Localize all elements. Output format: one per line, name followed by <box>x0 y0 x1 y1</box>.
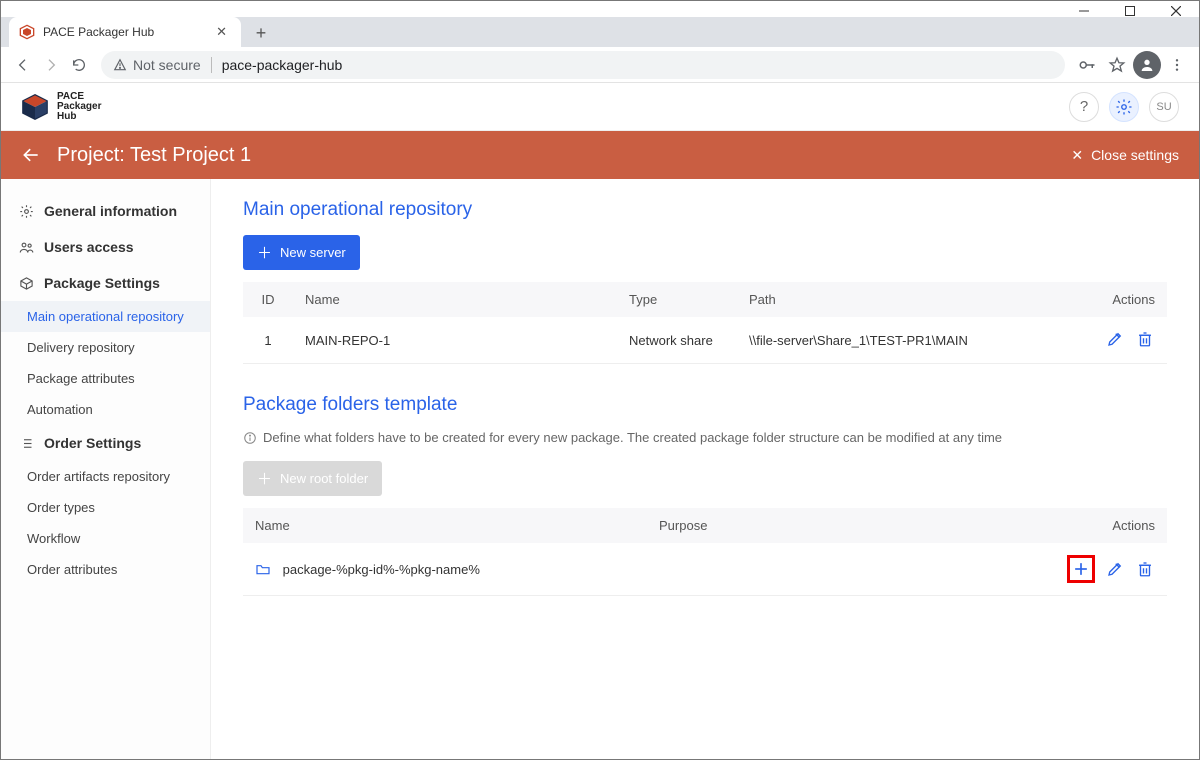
template-table: Name Purpose Actions package-%pkg-id%-%p… <box>243 508 1167 596</box>
new-server-button[interactable]: ＋ New server <box>243 235 360 270</box>
close-settings-label: Close settings <box>1091 147 1179 163</box>
project-title: Project: Test Project 1 <box>57 144 251 167</box>
package-icon <box>19 276 34 291</box>
addr-divider <box>211 57 212 73</box>
browser-tab-active[interactable]: PACE Packager Hub ✕ <box>9 17 241 47</box>
delete-button[interactable] <box>1135 559 1155 579</box>
settings-sidebar: General information Users access Package… <box>1 179 211 759</box>
sidebar-item-package-attributes[interactable]: Package attributes <box>1 363 210 394</box>
sidebar-item-automation[interactable]: Automation <box>1 394 210 425</box>
add-subfolder-highlight <box>1067 555 1095 583</box>
window-minimize-button[interactable] <box>1061 3 1107 19</box>
template-section-title: Package folders template <box>243 394 1167 416</box>
sidebar-item-order-artifacts[interactable]: Order artifacts repository <box>1 461 210 492</box>
add-subfolder-button[interactable] <box>1071 559 1091 579</box>
template-row-purpose <box>647 543 1047 596</box>
project-bar: Project: Test Project 1 ✕ Close settings <box>1 131 1199 179</box>
help-button[interactable]: ? <box>1069 92 1099 122</box>
window-close-button[interactable] <box>1153 3 1199 19</box>
sidebar-item-workflow[interactable]: Workflow <box>1 523 210 554</box>
cell-path: \\file-server\Share_1\TEST-PR1\MAIN <box>737 317 1077 364</box>
help-icon: ? <box>1080 98 1088 115</box>
tab-close-icon[interactable]: ✕ <box>212 24 231 40</box>
sidebar-item-main-repo[interactable]: Main operational repository <box>1 301 210 332</box>
project-back-button[interactable] <box>21 145 41 165</box>
sidebar-item-order-types[interactable]: Order types <box>1 492 210 523</box>
user-badge[interactable]: SU <box>1149 92 1179 122</box>
app-header: PACE Packager Hub ? SU <box>1 83 1199 131</box>
col-actions: Actions <box>1047 508 1167 543</box>
browser-menu-button[interactable] <box>1163 51 1191 79</box>
sidebar-item-general[interactable]: General information <box>1 193 210 229</box>
settings-button[interactable] <box>1109 92 1139 122</box>
person-icon <box>1133 51 1161 79</box>
template-row-name: package-%pkg-id%-%pkg-name% <box>283 562 480 577</box>
profile-avatar-button[interactable] <box>1133 51 1161 79</box>
main-layout: General information Users access Package… <box>1 179 1199 759</box>
cell-name: MAIN-REPO-1 <box>293 317 617 364</box>
col-purpose: Purpose <box>647 508 1047 543</box>
gear-icon <box>1115 98 1133 116</box>
address-bar[interactable]: Not secure pace-packager-hub <box>101 51 1065 79</box>
gear-icon <box>19 204 34 219</box>
sidebar-group-package-settings[interactable]: Package Settings <box>1 265 210 301</box>
col-actions: Actions <box>1077 282 1167 317</box>
sidebar-item-users[interactable]: Users access <box>1 229 210 265</box>
sidebar-item-delivery-repo[interactable]: Delivery repository <box>1 332 210 363</box>
close-settings-button[interactable]: ✕ Close settings <box>1071 147 1179 164</box>
password-key-icon[interactable] <box>1073 51 1101 79</box>
trash-icon <box>1136 560 1154 578</box>
sidebar-item-order-attributes[interactable]: Order attributes <box>1 554 210 585</box>
col-id: ID <box>243 282 293 317</box>
cell-type: Network share <box>617 317 737 364</box>
browser-toolbar: Not secure pace-packager-hub <box>1 47 1199 83</box>
not-secure-indicator: Not secure <box>113 57 201 73</box>
new-tab-button[interactable]: + <box>247 19 275 47</box>
list-icon <box>19 436 34 451</box>
browser-tab-title: PACE Packager Hub <box>43 25 212 39</box>
nav-back-button[interactable] <box>9 51 37 79</box>
edit-button[interactable] <box>1105 329 1125 349</box>
template-hint: Define what folders have to be created f… <box>243 430 1167 445</box>
folder-icon <box>255 562 271 577</box>
not-secure-label: Not secure <box>133 57 201 73</box>
repo-table-row: 1 MAIN-REPO-1 Network share \\file-serve… <box>243 317 1167 364</box>
col-name: Name <box>243 508 647 543</box>
pencil-icon <box>1106 330 1124 348</box>
logo-text-2: Packager <box>57 102 101 112</box>
app-logo[interactable]: PACE Packager Hub <box>21 92 101 122</box>
plus-icon: ＋ <box>257 242 272 263</box>
repo-table: ID Name Type Path Actions 1 MAIN-REPO-1 … <box>243 282 1167 364</box>
users-icon <box>19 240 34 255</box>
window-maximize-button[interactable] <box>1107 3 1153 19</box>
info-icon <box>243 431 257 445</box>
logo-text-3: Hub <box>57 112 101 122</box>
col-name: Name <box>293 282 617 317</box>
delete-button[interactable] <box>1135 329 1155 349</box>
new-root-folder-button: ＋ New root folder <box>243 461 382 496</box>
nav-forward-button[interactable] <box>37 51 65 79</box>
window-titlebar <box>1 1 1199 17</box>
plus-icon: ＋ <box>257 468 272 489</box>
browser-tabstrip: PACE Packager Hub ✕ + <box>1 17 1199 47</box>
cell-id: 1 <box>243 317 293 364</box>
tab-favicon <box>19 24 35 40</box>
col-path: Path <box>737 282 1077 317</box>
template-table-row: package-%pkg-id%-%pkg-name% <box>243 543 1167 596</box>
sidebar-group-order-settings[interactable]: Order Settings <box>1 425 210 461</box>
close-icon: ✕ <box>1071 147 1083 164</box>
address-url: pace-packager-hub <box>222 57 343 73</box>
edit-button[interactable] <box>1105 559 1125 579</box>
plus-icon <box>1071 559 1091 579</box>
repo-section-title: Main operational repository <box>243 199 1167 221</box>
trash-icon <box>1136 330 1154 348</box>
logo-text-1: PACE <box>57 92 101 102</box>
nav-reload-button[interactable] <box>65 51 93 79</box>
content-area: Main operational repository ＋ New server… <box>211 179 1199 759</box>
col-type: Type <box>617 282 737 317</box>
pencil-icon <box>1106 560 1124 578</box>
bookmark-star-icon[interactable] <box>1103 51 1131 79</box>
